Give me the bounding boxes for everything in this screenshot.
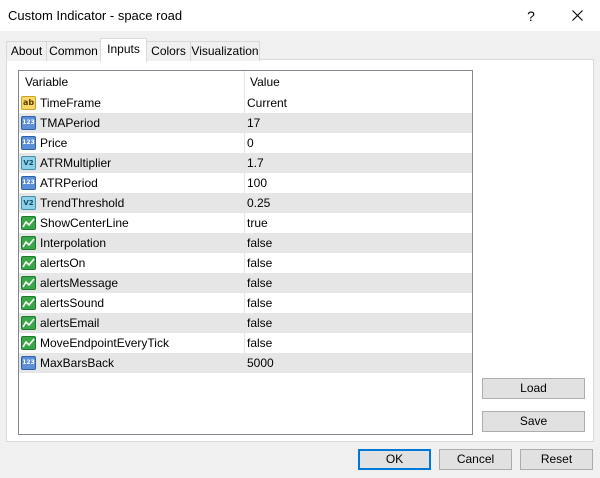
table-row[interactable]: V2 TrendThreshold 0.25 — [19, 193, 472, 213]
table-row[interactable]: alertsSound false — [19, 293, 472, 313]
value-cell[interactable]: true — [247, 213, 472, 233]
variable-cell: alertsMessage — [19, 273, 245, 293]
integer-type-icon: 123 — [21, 136, 36, 150]
value-cell[interactable]: false — [247, 313, 472, 333]
integer-type-icon: 123 — [21, 116, 36, 130]
column-header-value[interactable]: Value — [245, 71, 472, 93]
value-cell[interactable]: 0.25 — [247, 193, 472, 213]
table-row[interactable]: alertsOn false — [19, 253, 472, 273]
table-row[interactable]: ab TimeFrame Current — [19, 93, 472, 113]
save-button[interactable]: Save — [482, 411, 585, 432]
variable-name: MaxBarsBack — [40, 356, 115, 370]
variable-name: TMAPeriod — [40, 116, 101, 130]
reset-button[interactable]: Reset — [520, 449, 593, 470]
variable-name: Price — [40, 136, 68, 150]
tab-visualization[interactable]: Visualization — [190, 41, 260, 61]
table-row[interactable]: alertsMessage false — [19, 273, 472, 293]
bool-type-icon — [21, 316, 36, 330]
double-type-icon: V2 — [21, 156, 36, 170]
variable-name: ATRMultiplier — [40, 156, 112, 170]
variable-cell: ab TimeFrame — [19, 93, 245, 113]
variable-name: alertsOn — [40, 256, 86, 270]
value-cell[interactable]: 100 — [247, 173, 472, 193]
value-cell[interactable]: false — [247, 293, 472, 313]
table-row[interactable]: Interpolation false — [19, 233, 472, 253]
grid-header: Variable Value — [19, 71, 472, 93]
double-type-icon: V2 — [21, 196, 36, 210]
variable-name: ATRPeriod — [40, 176, 98, 190]
bool-type-icon — [21, 216, 36, 230]
inputs-grid[interactable]: Variable Value ab TimeFrame Current 123 TMAP… — [18, 70, 473, 435]
table-row[interactable]: ShowCenterLine true — [19, 213, 472, 233]
ok-button[interactable]: OK — [358, 449, 431, 470]
variable-name: MoveEndpointEveryTick — [40, 336, 169, 350]
column-header-variable[interactable]: Variable — [19, 71, 245, 93]
bool-type-icon — [21, 276, 36, 290]
variable-name: TrendThreshold — [40, 196, 125, 210]
string-type-icon: ab — [21, 96, 36, 110]
value-cell[interactable]: 1.7 — [247, 153, 472, 173]
value-cell[interactable]: false — [247, 233, 472, 253]
value-cell[interactable]: 0 — [247, 133, 472, 153]
variable-cell: Interpolation — [19, 233, 245, 253]
variable-name: alertsMessage — [40, 276, 119, 290]
variable-name: Interpolation — [40, 236, 107, 250]
bool-type-icon — [21, 336, 36, 350]
value-cell[interactable]: 17 — [247, 113, 472, 133]
table-row[interactable]: 123 MaxBarsBack 5000 — [19, 353, 472, 373]
integer-type-icon: 123 — [21, 176, 36, 190]
tab-common[interactable]: Common — [46, 41, 101, 61]
tab-colors[interactable]: Colors — [146, 41, 191, 61]
table-row[interactable]: V2 ATRMultiplier 1.7 — [19, 153, 472, 173]
table-row[interactable]: 123 TMAPeriod 17 — [19, 113, 472, 133]
table-row[interactable]: 123 Price 0 — [19, 133, 472, 153]
bool-type-icon — [21, 236, 36, 250]
variable-cell: 123 MaxBarsBack — [19, 353, 245, 373]
variable-cell: 123 Price — [19, 133, 245, 153]
close-button[interactable] — [554, 0, 600, 31]
load-button[interactable]: Load — [482, 378, 585, 399]
variable-cell: V2 TrendThreshold — [19, 193, 245, 213]
variable-cell: alertsOn — [19, 253, 245, 273]
tab-inputs[interactable]: Inputs — [100, 38, 147, 62]
variable-name: alertsSound — [40, 296, 105, 310]
variable-name: TimeFrame — [40, 96, 101, 110]
table-row[interactable]: alertsEmail false — [19, 313, 472, 333]
bool-type-icon — [21, 296, 36, 310]
variable-name: ShowCenterLine — [40, 216, 129, 230]
cancel-button[interactable]: Cancel — [439, 449, 512, 470]
bool-type-icon — [21, 256, 36, 270]
value-cell[interactable]: false — [247, 253, 472, 273]
variable-cell: 123 ATRPeriod — [19, 173, 245, 193]
value-cell[interactable]: Current — [247, 93, 472, 113]
variable-cell: 123 TMAPeriod — [19, 113, 245, 133]
integer-type-icon: 123 — [21, 356, 36, 370]
table-row[interactable]: MoveEndpointEveryTick false — [19, 333, 472, 353]
grid-rows: ab TimeFrame Current 123 TMAPeriod 17 123 Price… — [19, 93, 472, 373]
tab-about[interactable]: About — [6, 41, 47, 61]
title-bar: Custom Indicator - space road ? — [0, 0, 600, 31]
close-icon — [571, 10, 583, 21]
variable-cell: alertsSound — [19, 293, 245, 313]
window-title: Custom Indicator - space road — [8, 8, 183, 23]
variable-cell: MoveEndpointEveryTick — [19, 333, 245, 353]
variable-cell: alertsEmail — [19, 313, 245, 333]
variable-cell: ShowCenterLine — [19, 213, 245, 233]
table-row[interactable]: 123 ATRPeriod 100 — [19, 173, 472, 193]
value-cell[interactable]: false — [247, 273, 472, 293]
value-cell[interactable]: 5000 — [247, 353, 472, 373]
help-button[interactable]: ? — [508, 0, 554, 31]
value-cell[interactable]: false — [247, 333, 472, 353]
variable-cell: V2 ATRMultiplier — [19, 153, 245, 173]
variable-name: alertsEmail — [40, 316, 100, 330]
